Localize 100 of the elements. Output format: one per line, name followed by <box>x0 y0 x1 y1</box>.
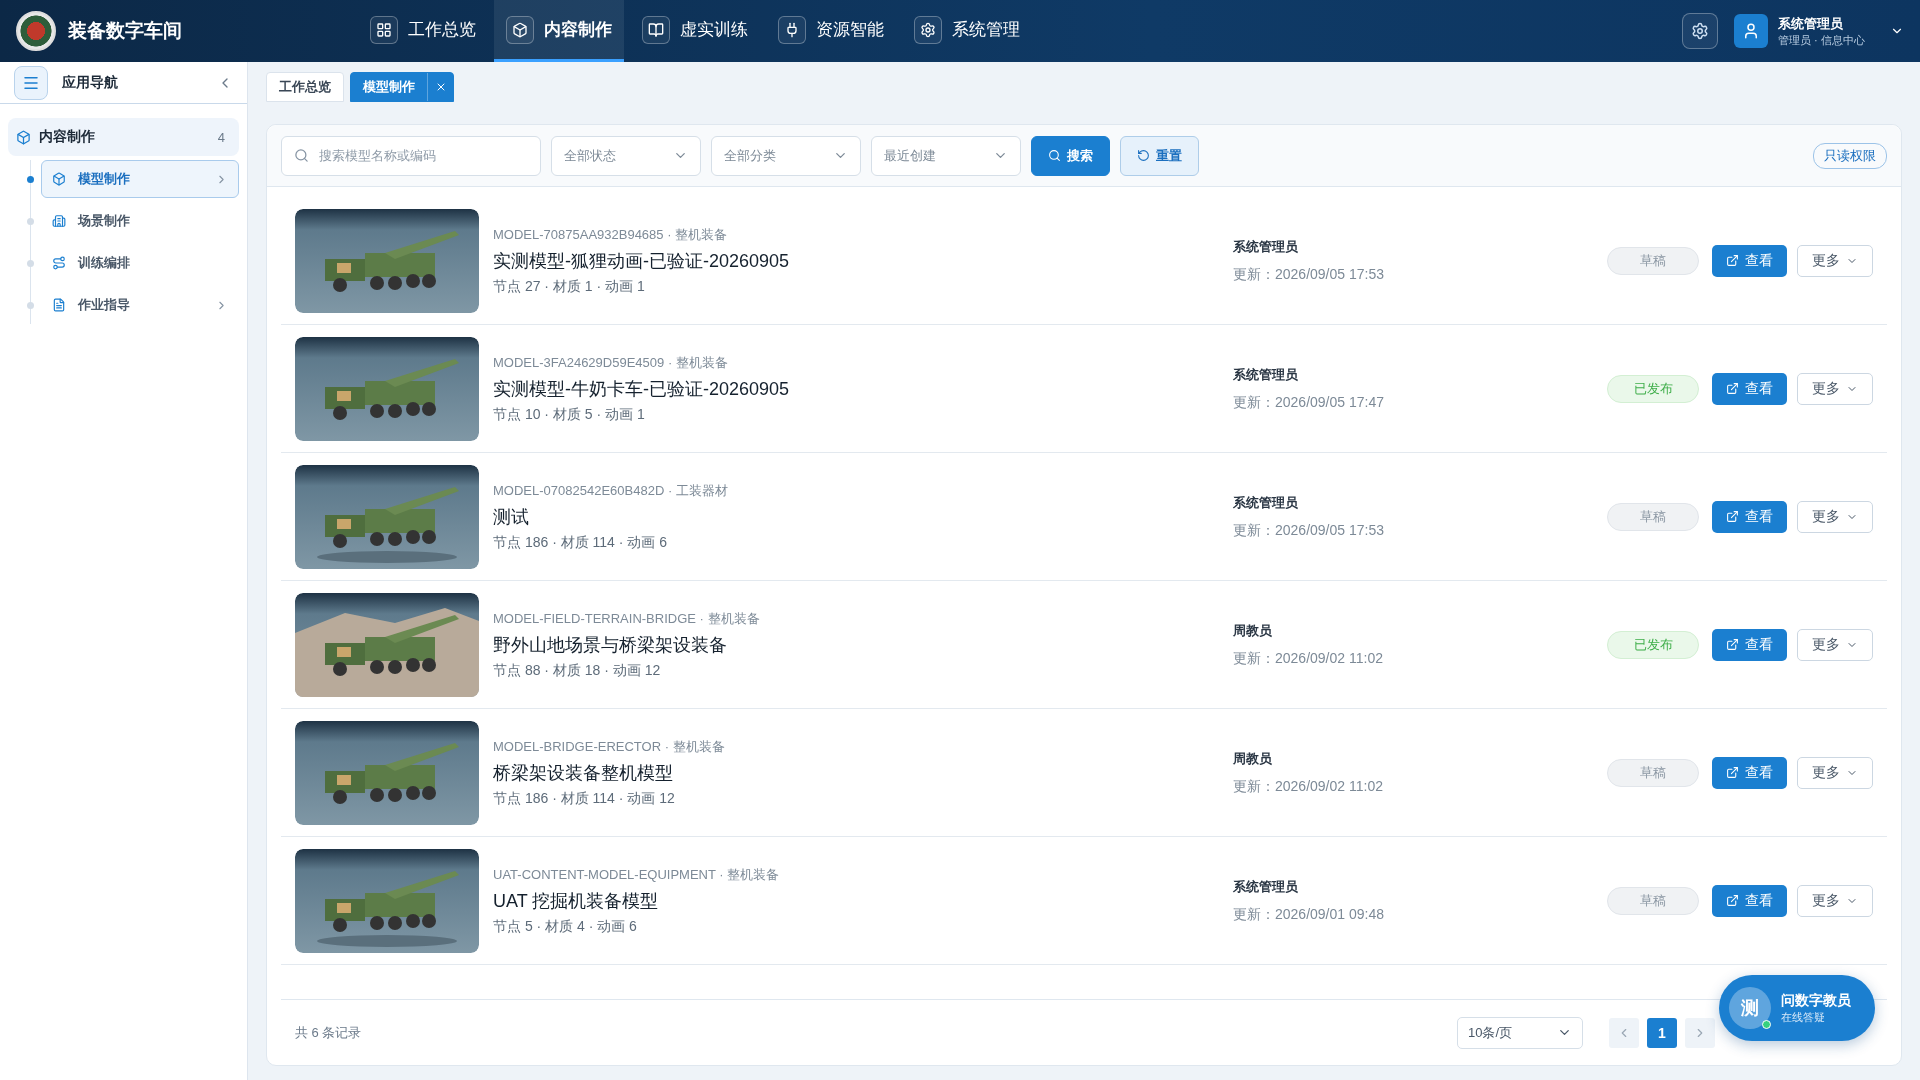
app-title: 装备数字车间 <box>68 19 183 43</box>
model-code: MODEL-BRIDGE-ERECTOR · 整机装备 <box>493 737 726 756</box>
owner-name: 系统管理员 <box>1233 365 1299 384</box>
page-tab[interactable]: 工作总览 <box>266 72 344 102</box>
cube-icon <box>16 129 31 145</box>
external-link-icon <box>1726 382 1739 395</box>
status-badge: 草稿 <box>1607 758 1699 787</box>
assistant-subtitle: 在线答疑 <box>1781 1009 1826 1025</box>
model-code: MODEL-FIELD-TERRAIN-BRIDGE · 整机装备 <box>493 609 761 628</box>
route-icon <box>52 256 66 270</box>
status-badge: 草稿 <box>1607 246 1699 275</box>
more-button[interactable]: 更多 <box>1797 756 1873 789</box>
view-button[interactable]: 查看 <box>1712 372 1787 405</box>
page-tab[interactable]: 模型制作 <box>350 72 454 102</box>
logo-icon <box>16 11 56 51</box>
more-button[interactable]: 更多 <box>1797 884 1873 917</box>
model-name: 测试 <box>493 505 530 529</box>
page-size-dropdown[interactable]: 10条/页 <box>1457 1016 1583 1049</box>
update-time: 更新：2026/09/05 17:53 <box>1233 521 1385 540</box>
status-badge: 已发布 <box>1607 630 1699 659</box>
update-time: 更新：2026/09/05 17:53 <box>1233 265 1385 284</box>
settings-button[interactable] <box>1682 13 1718 49</box>
model-name: 实测模型-牛奶卡车-已验证-20260905 <box>493 377 791 401</box>
search-icon <box>294 148 309 163</box>
book-icon <box>642 15 670 44</box>
external-link-icon <box>1726 638 1739 651</box>
view-button[interactable]: 查看 <box>1712 756 1787 789</box>
sidebar-group[interactable]: 内容制作 4 <box>8 118 239 156</box>
search-button[interactable]: 搜索 <box>1031 135 1110 176</box>
owner-name: 周教员 <box>1233 749 1273 768</box>
nav-tab[interactable]: 虚实训练 <box>630 0 760 62</box>
owner-name: 系统管理员 <box>1233 237 1299 256</box>
update-time: 更新：2026/09/05 17:47 <box>1233 393 1385 412</box>
sidebar-item[interactable]: 模型制作 <box>41 160 239 198</box>
user-role: 管理员 · 信息中心 <box>1778 32 1866 48</box>
view-button[interactable]: 查看 <box>1712 628 1787 661</box>
sidebar-title: 应用导航 <box>62 73 119 92</box>
sidebar-item[interactable]: 训练编排 <box>41 244 239 282</box>
owner-name: 系统管理员 <box>1233 877 1299 896</box>
external-link-icon <box>1726 894 1739 907</box>
status-badge: 草稿 <box>1607 502 1699 531</box>
record-count: 共 6 条记录 <box>295 1023 363 1042</box>
search-input[interactable]: 搜索模型名称或编码 <box>317 147 528 164</box>
update-time: 更新：2026/09/01 09:48 <box>1233 905 1385 924</box>
more-button[interactable]: 更多 <box>1797 372 1873 405</box>
permission-badge: 只读权限 <box>1813 142 1887 169</box>
status-badge: 草稿 <box>1607 886 1699 915</box>
view-button[interactable]: 查看 <box>1712 500 1787 533</box>
sidebar-item[interactable]: 作业指导 <box>41 286 239 324</box>
model-name: 野外山地场景与桥梁架设装备 <box>493 633 728 657</box>
search-field[interactable]: 搜索模型名称或编码 <box>281 135 541 176</box>
model-name: 桥梁架设装备整机模型 <box>493 761 674 785</box>
more-button[interactable]: 更多 <box>1797 628 1873 661</box>
reset-icon <box>1137 149 1150 162</box>
menu-button[interactable] <box>14 65 48 100</box>
sidebar-item[interactable]: 场景制作 <box>41 202 239 240</box>
model-code: MODEL-07082542E60B482D · 工装器材 <box>493 481 729 500</box>
page-number[interactable]: 1 <box>1647 1017 1677 1048</box>
nav-tab[interactable]: 内容制作 <box>494 0 624 62</box>
model-code: UAT-CONTENT-MODEL-EQUIPMENT · 整机装备 <box>493 865 781 884</box>
assistant-button[interactable]: 测 问数字教员 在线答疑 <box>1719 975 1875 1041</box>
cube-icon <box>52 172 66 186</box>
document-icon <box>52 298 66 312</box>
status-badge: 已发布 <box>1607 374 1699 403</box>
filter-dropdown[interactable]: 最近创建 <box>871 135 1021 176</box>
model-stats: 节点 186 · 材质 114 · 动画 12 <box>493 789 676 808</box>
model-stats: 节点 10 · 材质 5 · 动画 1 <box>493 405 646 424</box>
model-name: UAT 挖掘机装备模型 <box>493 889 660 913</box>
assistant-avatar: 测 <box>1729 987 1771 1029</box>
nav-tab[interactable]: 资源智能 <box>766 0 896 62</box>
more-button[interactable]: 更多 <box>1797 244 1873 277</box>
update-time: 更新：2026/09/02 11:02 <box>1233 649 1384 668</box>
search-icon <box>1048 149 1061 162</box>
nav-tab[interactable]: 系统管理 <box>902 0 1032 62</box>
group-label: 内容制作 <box>39 128 96 146</box>
owner-name: 系统管理员 <box>1233 493 1299 512</box>
model-name: 实测模型-狐狸动画-已验证-20260905 <box>493 249 791 273</box>
gear-icon <box>1691 22 1709 40</box>
user-name: 系统管理员 <box>1778 14 1844 33</box>
owner-name: 周教员 <box>1233 621 1273 640</box>
external-link-icon <box>1726 510 1739 523</box>
model-stats: 节点 5 · 材质 4 · 动画 6 <box>493 917 638 936</box>
reset-button[interactable]: 重置 <box>1120 135 1199 176</box>
building-icon <box>52 214 66 228</box>
filter-dropdown[interactable]: 全部状态 <box>551 135 701 176</box>
view-button[interactable]: 查看 <box>1712 884 1787 917</box>
update-time: 更新：2026/09/02 11:02 <box>1233 777 1384 796</box>
nav-tab[interactable]: 工作总览 <box>358 0 488 62</box>
filter-dropdown[interactable]: 全部分类 <box>711 135 861 176</box>
external-link-icon <box>1726 254 1739 267</box>
view-button[interactable]: 查看 <box>1712 244 1787 277</box>
model-stats: 节点 186 · 材质 114 · 动画 6 <box>493 533 668 552</box>
model-code: MODEL-70875AA932B94685 · 整机装备 <box>493 225 729 244</box>
more-button[interactable]: 更多 <box>1797 500 1873 533</box>
grid-icon <box>370 15 398 44</box>
model-stats: 节点 27 · 材质 1 · 动画 1 <box>493 277 646 296</box>
assistant-title: 问数字教员 <box>1781 991 1851 1010</box>
user-avatar-icon <box>1734 14 1768 48</box>
model-code: MODEL-3FA24629D59E4509 · 整机装备 <box>493 353 729 372</box>
model-stats: 节点 88 · 材质 18 · 动画 12 <box>493 661 662 680</box>
